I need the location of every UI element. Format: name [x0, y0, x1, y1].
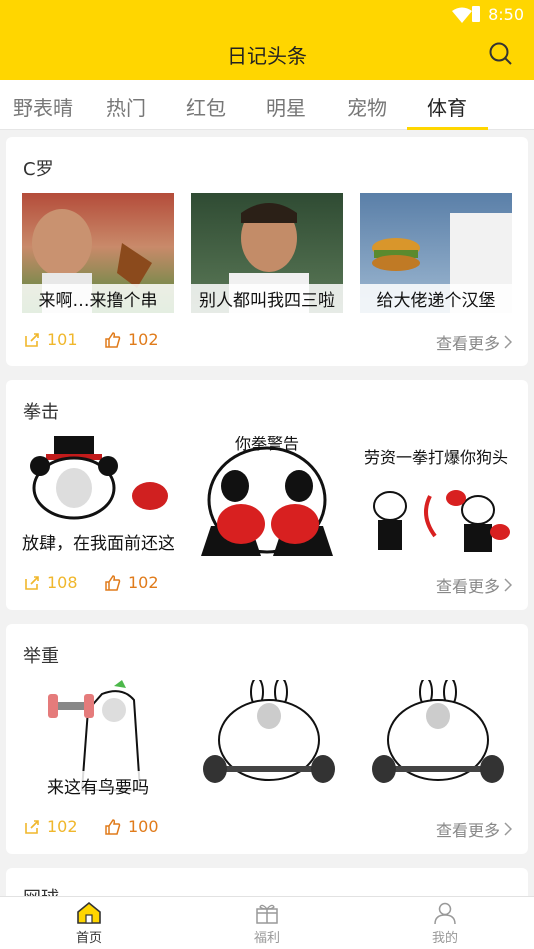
- like-count[interactable]: 102: [104, 573, 159, 592]
- tab-biaoqing[interactable]: 野表晴: [3, 92, 83, 121]
- thumbs-up-icon: [105, 818, 121, 835]
- tab-sports[interactable]: 体育: [407, 92, 487, 121]
- nav-welfare[interactable]: 福利: [217, 901, 317, 946]
- sticker-image[interactable]: 放肆，在我面前还这么嚣张！: [22, 436, 174, 556]
- sticker-caption: 放肆，在我面前还这么嚣张！: [22, 527, 174, 556]
- chevron-right-icon: [504, 335, 512, 349]
- sticker-caption: 给大佬递个汉堡: [360, 284, 512, 313]
- sticker-image[interactable]: 劳资一拳打爆你狗头: [360, 436, 512, 556]
- wifi-icon: [452, 7, 472, 23]
- tab-hot[interactable]: 热门: [86, 92, 166, 121]
- share-icon: [25, 819, 39, 834]
- sticker-image[interactable]: 来这有鸟要吗: [22, 680, 174, 800]
- sticker-image[interactable]: 给大佬递个汉堡: [360, 193, 512, 313]
- bottom-nav: 首页 福利 我的: [0, 896, 534, 949]
- tab-pets[interactable]: 宠物: [327, 92, 407, 121]
- gift-icon: [256, 904, 278, 924]
- thumbs-up-icon: [105, 331, 121, 348]
- share-count[interactable]: 101: [23, 330, 78, 349]
- search-icon[interactable]: [488, 41, 514, 67]
- sticker-image[interactable]: [191, 680, 343, 800]
- tab-celebrity[interactable]: 明星: [246, 92, 326, 121]
- panda-boxer-2: [201, 446, 333, 556]
- sticker-caption: 劳资一拳打爆你狗头: [363, 448, 508, 467]
- like-count[interactable]: 102: [104, 330, 159, 349]
- view-more-link[interactable]: 查看更多: [436, 573, 512, 597]
- card-title: C罗: [23, 159, 54, 180]
- thumbs-up-icon: [105, 574, 121, 591]
- share-count[interactable]: 108: [23, 573, 78, 592]
- nav-mine[interactable]: 我的: [395, 901, 495, 946]
- sticker-caption: 别人都叫我四三啦: [191, 284, 343, 313]
- sticker-card-weightlifting[interactable]: 举重 来这有鸟要吗 102 100 查看更多: [6, 624, 528, 854]
- sticker-image[interactable]: 你拳警告: [191, 436, 343, 556]
- user-icon: [434, 902, 456, 925]
- tab-redpacket[interactable]: 红包: [166, 92, 246, 121]
- chevron-right-icon: [504, 822, 512, 836]
- sticker-image[interactable]: 别人都叫我四三啦: [191, 193, 343, 313]
- share-icon: [25, 332, 39, 347]
- page-title: 日记头条: [227, 44, 307, 68]
- status-bar: 8:50: [0, 0, 534, 30]
- sticker-image[interactable]: 来啊…来撸个串: [22, 193, 174, 313]
- sticker-card-boxing[interactable]: 拳击 放肆，在我面前还这么嚣张！ 你拳警告 劳资一拳打爆你狗头: [6, 380, 528, 610]
- sticker-caption: 你拳警告: [234, 436, 299, 453]
- nav-home[interactable]: 首页: [39, 901, 139, 946]
- app-bar: 日记头条: [0, 30, 534, 80]
- active-tab-indicator: [407, 127, 488, 130]
- card-title: 拳击: [23, 402, 59, 423]
- home-icon: [77, 901, 101, 924]
- sticker-caption: [191, 796, 343, 800]
- view-more-link[interactable]: 查看更多: [436, 817, 512, 841]
- view-more-link[interactable]: 查看更多: [436, 330, 512, 354]
- chevron-right-icon: [504, 578, 512, 592]
- sticker-caption: [360, 796, 512, 800]
- share-count[interactable]: 102: [23, 817, 78, 836]
- card-title: 举重: [23, 646, 59, 667]
- sticker-caption: 来啊…来撸个串: [22, 284, 174, 313]
- sticker-card-cluo[interactable]: C罗 来啊…来撸个串 别人都叫我四三啦 给大佬递个汉堡 101 102 查看更多: [6, 137, 528, 366]
- share-icon: [25, 575, 39, 590]
- rabbit-lifter-2: [372, 680, 504, 783]
- rabbit-lifter-1: [203, 680, 335, 783]
- status-time: 8:50: [488, 5, 524, 24]
- battery-icon: [472, 6, 480, 22]
- sticker-caption: 来这有鸟要吗: [22, 771, 174, 800]
- sticker-image[interactable]: [360, 680, 512, 800]
- category-tabs: 野表晴 热门 红包 明星 宠物 体育: [0, 80, 534, 130]
- like-count[interactable]: 100: [104, 817, 159, 836]
